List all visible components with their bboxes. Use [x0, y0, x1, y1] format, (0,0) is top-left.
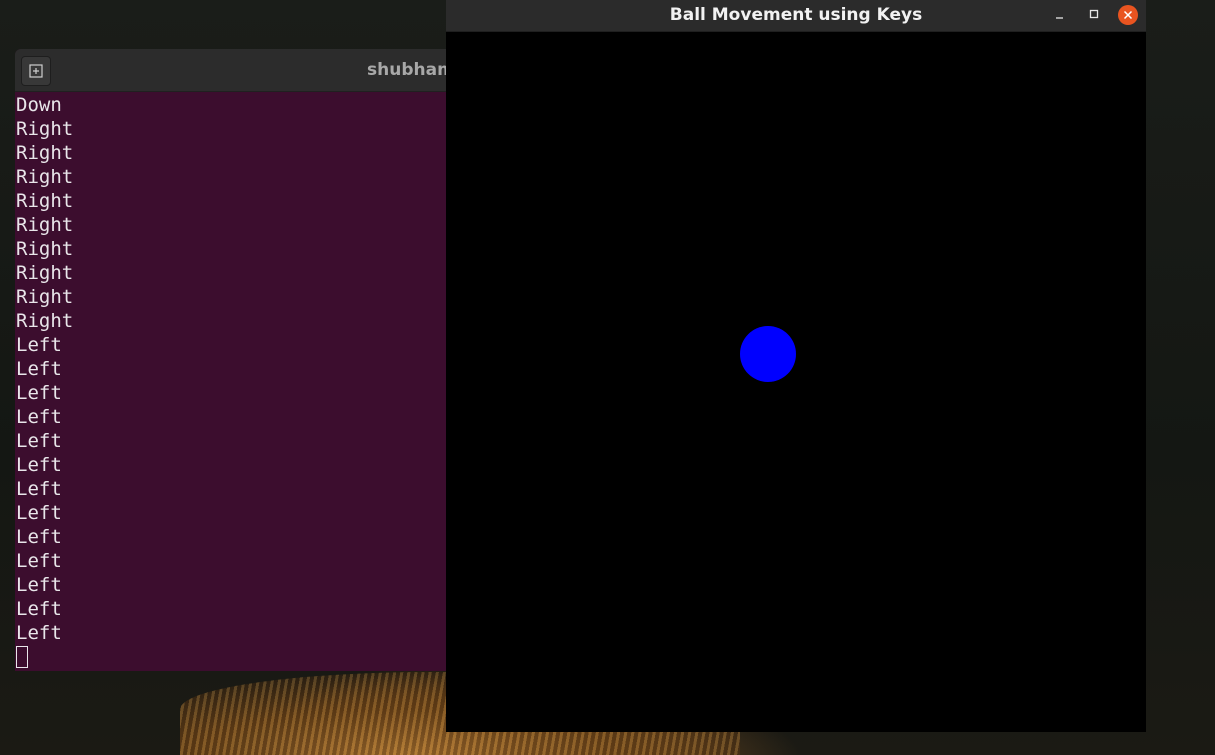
terminal-line: Left: [16, 406, 62, 428]
terminal-line: Right: [16, 190, 74, 212]
terminal-line: Right: [16, 238, 74, 260]
close-icon: [1123, 10, 1133, 20]
terminal-titlebar[interactable]: shubham: [15, 49, 455, 92]
terminal-line: Left: [16, 526, 62, 548]
new-tab-button[interactable]: [21, 56, 51, 86]
terminal-window[interactable]: shubham Down Right Right Right Right Right Rig…: [15, 49, 455, 671]
terminal-line: Right: [16, 166, 74, 188]
game-canvas[interactable]: [446, 32, 1146, 732]
terminal-line: Left: [16, 598, 62, 620]
terminal-line: Left: [16, 478, 62, 500]
terminal-line: Right: [16, 286, 74, 308]
terminal-output[interactable]: Down Right Right Right Right Right Right Right R…: [16, 93, 73, 668]
terminal-line: Right: [16, 214, 74, 236]
new-tab-icon: [29, 64, 43, 78]
terminal-line: Right: [16, 262, 74, 284]
terminal-line: Left: [16, 622, 62, 644]
terminal-line: Left: [16, 334, 62, 356]
minimize-icon: [1056, 17, 1063, 19]
terminal-line: Right: [16, 142, 74, 164]
terminal-line: Right: [16, 310, 74, 332]
terminal-line: Left: [16, 358, 62, 380]
terminal-line: Left: [16, 574, 62, 596]
game-window-title: Ball Movement using Keys: [669, 5, 923, 25]
terminal-line: Left: [16, 550, 62, 572]
terminal-line: Down: [16, 94, 62, 116]
terminal-title: shubham: [367, 60, 455, 80]
close-button[interactable]: [1118, 5, 1138, 25]
maximize-button[interactable]: [1084, 5, 1104, 25]
terminal-line: Left: [16, 454, 62, 476]
game-window[interactable]: Ball Movement using Keys: [446, 0, 1146, 732]
minimize-button[interactable]: [1050, 5, 1070, 25]
terminal-line: Left: [16, 382, 62, 404]
game-titlebar[interactable]: Ball Movement using Keys: [446, 0, 1146, 32]
maximize-icon: [1089, 9, 1099, 19]
terminal-line: Left: [16, 430, 62, 452]
terminal-line: Right: [16, 118, 74, 140]
ball: [740, 326, 796, 382]
terminal-cursor: [16, 646, 28, 668]
terminal-line: Left: [16, 502, 62, 524]
